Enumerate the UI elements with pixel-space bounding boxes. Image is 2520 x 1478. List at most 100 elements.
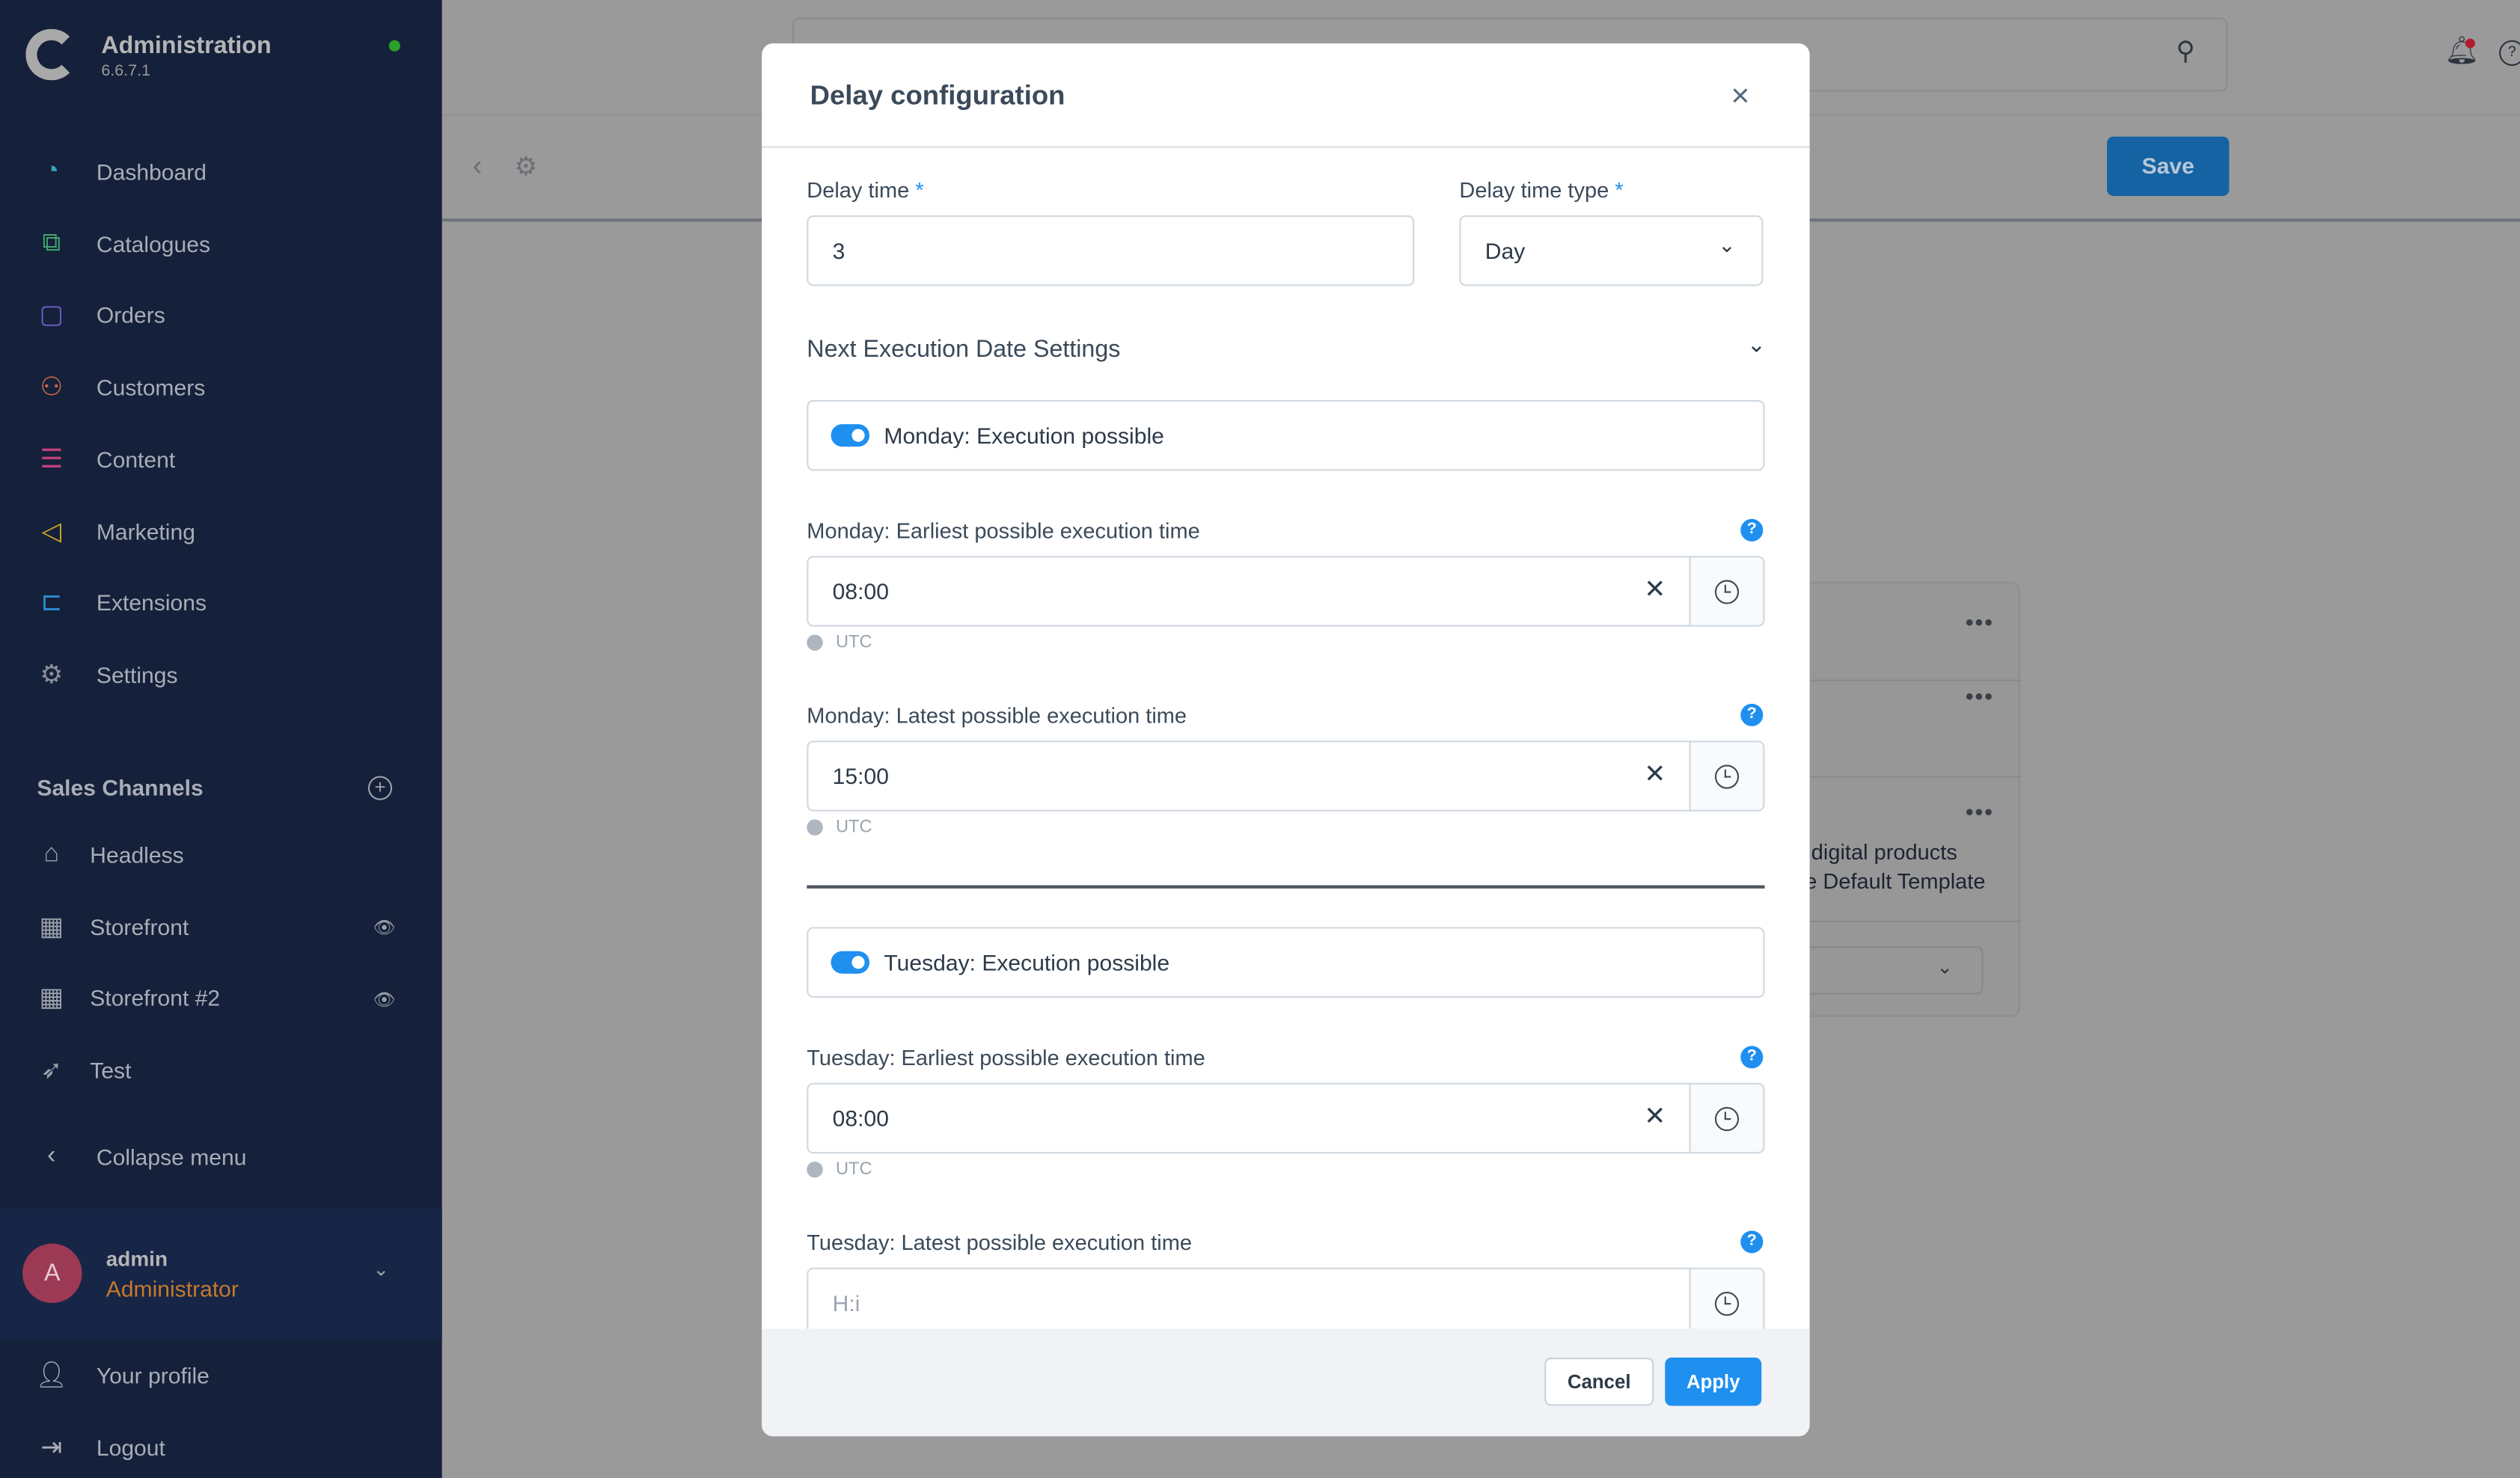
globe-icon <box>807 1162 823 1178</box>
more-icon[interactable]: ••• <box>1966 609 1994 634</box>
mon-latest-label: Monday: Latest possible execution time <box>807 703 1187 729</box>
delay-time-input[interactable]: 3 <box>807 215 1415 286</box>
store-icon: ▦ <box>39 913 64 942</box>
sales-channel-label: Test <box>90 1057 132 1083</box>
monday-toggle[interactable] <box>831 424 870 447</box>
sales-channel-item[interactable]: ▦ Storefront <box>35 910 189 942</box>
add-sales-channel-button[interactable]: + <box>367 776 393 800</box>
clear-icon[interactable]: ✕ <box>1644 1100 1666 1132</box>
clear-icon[interactable]: ✕ <box>1644 574 1666 606</box>
mon-earliest-input[interactable]: 08:00 <box>807 556 1691 627</box>
mon-latest-input[interactable]: 15:00 <box>807 740 1691 812</box>
sidebar-item-settings[interactable]: ⚙ Settings <box>35 658 177 690</box>
tue-latest-input[interactable]: H:i <box>807 1267 1691 1339</box>
clock-icon[interactable] <box>1689 1082 1765 1154</box>
tuesday-toggle[interactable] <box>831 951 870 974</box>
sidebar-item-label: Marketing <box>96 518 195 545</box>
users-icon: ⚇ <box>40 374 64 402</box>
collapse-label: Collapse menu <box>96 1144 247 1170</box>
modal-title: Delay configuration <box>810 80 1065 111</box>
megaphone-icon: ◁ <box>41 518 61 546</box>
bag-icon: ▢ <box>39 302 64 331</box>
profile-link[interactable]: 👤︎ Your profile <box>35 1359 210 1391</box>
chevron-down-icon[interactable]: ⌄ <box>373 1258 389 1281</box>
more-icon[interactable]: ••• <box>1966 799 1994 824</box>
sidebar-item-orders[interactable]: ▢ Orders <box>35 299 165 331</box>
clock-icon[interactable] <box>1689 1267 1765 1339</box>
sidebar-item-customers[interactable]: ⚇ Customers <box>35 371 205 403</box>
gear-icon: ⚙ <box>40 661 64 690</box>
monday-toggle-field: Monday: Execution possible <box>807 399 1765 471</box>
avatar: A <box>22 1243 82 1304</box>
apply-button[interactable]: Apply <box>1665 1358 1762 1406</box>
tue-earliest-input[interactable]: 08:00 <box>807 1082 1691 1154</box>
help-icon[interactable]: ? <box>1740 703 1764 726</box>
collapse-menu-button[interactable]: ‹ Collapse menu <box>35 1141 246 1173</box>
help-icon[interactable]: ? <box>1740 1230 1764 1254</box>
chevron-down-icon[interactable]: ⌄ <box>1747 331 1766 358</box>
timezone-hint: UTC <box>807 818 872 837</box>
logout-label: Logout <box>96 1435 165 1461</box>
tue-latest-label: Tuesday: Latest possible execution time <box>807 1230 1193 1255</box>
divider <box>807 885 1765 889</box>
delay-configuration-modal: Delay configuration × Delay time * 3 Del… <box>762 43 1810 1437</box>
user-role: Administrator <box>105 1275 239 1301</box>
help-icon[interactable]: ? <box>2499 40 2520 67</box>
clock-icon[interactable] <box>1689 556 1765 627</box>
gear-icon[interactable]: ⚙ <box>514 151 537 183</box>
logo <box>25 28 78 81</box>
save-button[interactable]: Save <box>2107 136 2230 197</box>
chevron-down-icon: ⌄ <box>1718 233 1736 257</box>
background-text: e Default Template <box>1805 869 1986 894</box>
help-icon[interactable]: ? <box>1740 1046 1764 1069</box>
user-name: admin <box>105 1246 168 1272</box>
more-icon[interactable]: ••• <box>1966 683 1994 708</box>
notification-badge <box>2465 38 2475 49</box>
back-icon[interactable]: ‹ <box>473 150 483 183</box>
app-title: Administration <box>101 31 272 60</box>
sidebar-item-label: Extensions <box>96 589 207 616</box>
sales-channel-item[interactable]: ➶ Test <box>35 1054 131 1086</box>
sales-channel-label: Storefront <box>90 913 189 939</box>
logout-icon: ⇥ <box>40 1435 63 1462</box>
search-icon[interactable]: ⚲ <box>2176 35 2195 67</box>
close-icon[interactable]: × <box>1731 79 1749 115</box>
clear-icon[interactable]: ✕ <box>1644 758 1666 791</box>
sidebar-item-catalogues[interactable]: ⧉ Catalogues <box>35 227 210 260</box>
mon-earliest-label: Monday: Earliest possible execution time <box>807 518 1200 544</box>
section-title[interactable]: Next Execution Date Settings <box>807 336 1120 364</box>
app-version: 6.6.7.1 <box>101 62 151 81</box>
sidebar-item-label: Orders <box>96 302 165 329</box>
sales-channel-item[interactable]: ⌂ Headless <box>35 838 183 871</box>
eye-icon[interactable]: 👁 <box>373 990 395 1011</box>
plug-icon: ⊏ <box>40 589 63 618</box>
sidebar-item-label: Settings <box>96 661 178 688</box>
logout-link[interactable]: ⇥ Logout <box>35 1432 165 1464</box>
delay-time-label: Delay time * <box>807 178 924 203</box>
timezone-hint: UTC <box>807 633 872 652</box>
cancel-button[interactable]: Cancel <box>1544 1358 1654 1406</box>
globe-icon <box>807 634 823 651</box>
sidebar-item-label: Content <box>96 446 176 473</box>
sidebar-item-dashboard[interactable]: ◔ Dashboard <box>35 156 207 188</box>
sidebar-item-content[interactable]: ☰ Content <box>35 443 175 475</box>
help-icon[interactable]: ? <box>1740 518 1764 542</box>
eye-icon[interactable]: 👁 <box>373 918 395 939</box>
sidebar-item-label: Customers <box>96 374 206 401</box>
gauge-icon: ◔ <box>43 157 60 185</box>
status-indicator <box>388 40 400 52</box>
content-icon: ☰ <box>40 446 64 474</box>
chevron-down-icon[interactable]: ⌄ <box>1936 956 1953 978</box>
sidebar-item-marketing[interactable]: ◁ Marketing <box>35 515 195 547</box>
catalogue-icon: ⧉ <box>42 229 61 257</box>
sales-channels-title: Sales Channels <box>37 774 204 800</box>
sidebar: Administration 6.6.7.1 ◔ Dashboard ⧉ Catalo… <box>0 0 442 1478</box>
clock-icon[interactable] <box>1689 740 1765 812</box>
user-icon: 👤︎ <box>34 1362 68 1390</box>
rocket-icon: ➶ <box>40 1057 63 1085</box>
sales-channel-item[interactable]: ▦ Storefront #2 <box>35 982 220 1014</box>
profile-label: Your profile <box>96 1362 210 1388</box>
sidebar-item-extensions[interactable]: ⊏ Extensions <box>35 586 207 619</box>
basket-icon: ⌂ <box>43 840 60 868</box>
timezone-hint: UTC <box>807 1160 872 1180</box>
